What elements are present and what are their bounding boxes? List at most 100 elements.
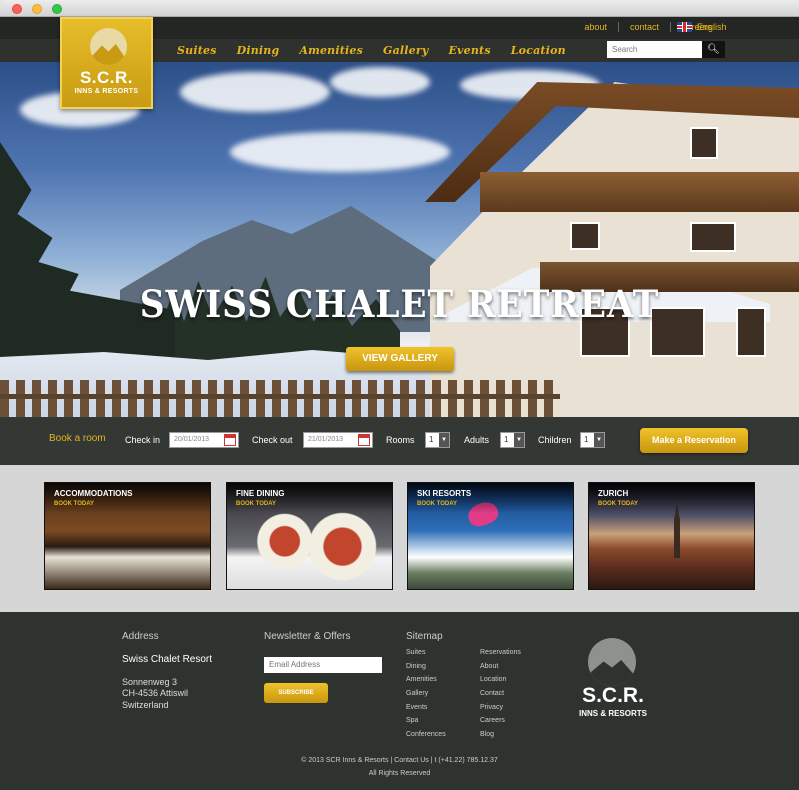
subscribe-button[interactable]: SUBSCRIBE [264, 683, 328, 703]
sitemap-link[interactable]: Amenities [406, 676, 437, 683]
address-line: Switzerland [122, 700, 169, 710]
chalet-window [690, 127, 718, 159]
sitemap-heading: Sitemap [406, 631, 443, 642]
sitemap-link[interactable]: Gallery [406, 690, 428, 697]
search-input[interactable] [607, 41, 702, 58]
chalet-balcony [480, 172, 799, 212]
chevron-down-icon: ▼ [594, 433, 604, 447]
card-overlay [408, 483, 573, 513]
card-fine-dining[interactable]: FINE DINING BOOK TODAY [226, 482, 393, 590]
card-book-link[interactable]: BOOK TODAY [598, 501, 638, 507]
hero-banner: SWISS CHALET RETREAT VIEW GALLERY [0, 62, 799, 417]
sitemap-link[interactable]: Contact [480, 690, 504, 697]
site-logo[interactable]: S.C.R. INNS & RESORTS [60, 17, 153, 109]
footer-logo[interactable]: S.C.R. INNS & RESORTS [573, 638, 653, 723]
address-heading: Address [122, 631, 159, 642]
sitemap-link[interactable]: Blog [480, 731, 494, 738]
calendar-icon[interactable] [358, 434, 370, 446]
hero-title: SWISS CHALET RETREAT [139, 282, 660, 326]
nav-dining[interactable]: Dining [237, 44, 280, 57]
sitemap-link[interactable]: Privacy [480, 704, 503, 711]
footer-logo-subtitle: INNS & RESORTS [578, 709, 647, 718]
card-ski-resorts[interactable]: SKI RESORTS BOOK TODAY [407, 482, 574, 590]
card-overlay [227, 483, 392, 513]
sitemap-link[interactable]: Suites [406, 649, 425, 656]
chevron-down-icon: ▼ [514, 433, 524, 447]
checkin-date-value: 20/01/2013 [174, 436, 210, 443]
rooms-value: 1 [429, 435, 434, 444]
cloud [330, 67, 430, 97]
sitemap-link[interactable]: Dining [406, 663, 426, 670]
feature-cards: ACCOMMODATIONS BOOK TODAY FINE DINING BO… [0, 465, 799, 612]
nav-location[interactable]: Location [511, 44, 566, 57]
card-accommodations[interactable]: ACCOMMODATIONS BOOK TODAY [44, 482, 211, 590]
search-button[interactable]: 🔍︎ [702, 41, 725, 58]
copyright-text: © 2013 SCR Inns & Resorts | Contact Us |… [301, 757, 498, 764]
browser-window: about contact careers English Suites Din… [0, 0, 799, 790]
newsletter-heading: Newsletter & Offers [264, 631, 351, 642]
adults-select[interactable]: 1 ▼ [500, 432, 525, 448]
checkin-label: Check in [125, 435, 161, 445]
booking-bar: Book a room Check in 20/01/2013 Check ou… [0, 417, 799, 465]
view-gallery-button[interactable]: VIEW GALLERY [346, 347, 454, 371]
sitemap-link[interactable]: Spa [406, 717, 418, 724]
zoom-window-button[interactable] [52, 4, 62, 14]
card-overlay [589, 483, 754, 513]
children-label: Children [538, 435, 572, 445]
sitemap-link[interactable]: Careers [480, 717, 505, 724]
close-window-button[interactable] [12, 4, 22, 14]
pine-trees [0, 142, 175, 382]
about-link[interactable]: about [573, 22, 619, 32]
calendar-icon[interactable] [224, 434, 236, 446]
adults-value: 1 [504, 435, 509, 444]
sitemap-link[interactable]: About [480, 663, 498, 670]
minimize-window-button[interactable] [32, 4, 42, 14]
window-titlebar [0, 0, 799, 17]
contact-link[interactable]: contact [619, 22, 671, 32]
sitemap-link[interactable]: Events [406, 704, 427, 711]
checkout-date-field[interactable]: 21/01/2013 [303, 432, 373, 448]
newsletter-email-field[interactable] [264, 657, 382, 673]
nav-suites[interactable]: Suites [177, 44, 217, 57]
make-reservation-button[interactable]: Make a Reservation [640, 428, 748, 453]
nav-amenities[interactable]: Amenities [299, 44, 363, 57]
address-line: CH-4536 Attiswil [122, 688, 189, 698]
children-select[interactable]: 1 ▼ [580, 432, 605, 448]
nav-events[interactable]: Events [448, 44, 490, 57]
card-book-link[interactable]: BOOK TODAY [417, 501, 457, 507]
checkout-date-value: 21/01/2013 [308, 436, 344, 443]
address-line: Sonnenweg 3 [122, 677, 178, 687]
sitemap-link[interactable]: Conferences [406, 731, 446, 738]
card-title: ACCOMMODATIONS [54, 489, 133, 498]
rights-text: All Rights Reserved [368, 770, 431, 777]
mountain-logo-icon [90, 28, 127, 65]
card-title: FINE DINING [236, 489, 285, 498]
checkin-date-field[interactable]: 20/01/2013 [169, 432, 239, 448]
card-overlay [45, 483, 210, 513]
mountain-logo-icon [588, 638, 636, 686]
cloud [230, 132, 450, 172]
logo-subtitle: INNS & RESORTS [74, 88, 139, 95]
rooms-label: Rooms [386, 435, 415, 445]
card-zurich[interactable]: ZURICH BOOK TODAY [588, 482, 755, 590]
logo-title: S.C.R. [79, 68, 134, 87]
chalet-window [690, 222, 736, 252]
chalet-window [570, 222, 600, 250]
checkout-label: Check out [252, 435, 293, 445]
chalet-building [430, 82, 799, 417]
footer-logo-title: S.C.R. [582, 684, 644, 707]
card-book-link[interactable]: BOOK TODAY [54, 501, 94, 507]
card-title: ZURICH [598, 489, 629, 498]
chevron-down-icon: ▼ [439, 433, 449, 447]
wooden-fence [0, 380, 560, 417]
rooms-select[interactable]: 1 ▼ [425, 432, 450, 448]
sitemap-link[interactable]: Reservations [480, 649, 521, 656]
language-selector[interactable]: English [677, 22, 727, 32]
cloud [180, 72, 330, 112]
adults-label: Adults [464, 435, 490, 445]
uk-flag-icon [677, 22, 692, 32]
sitemap-link[interactable]: Location [480, 676, 506, 683]
nav-gallery[interactable]: Gallery [383, 44, 428, 57]
site-footer: Address Swiss Chalet Resort Sonnenweg 3 … [0, 612, 799, 790]
card-book-link[interactable]: BOOK TODAY [236, 501, 276, 507]
